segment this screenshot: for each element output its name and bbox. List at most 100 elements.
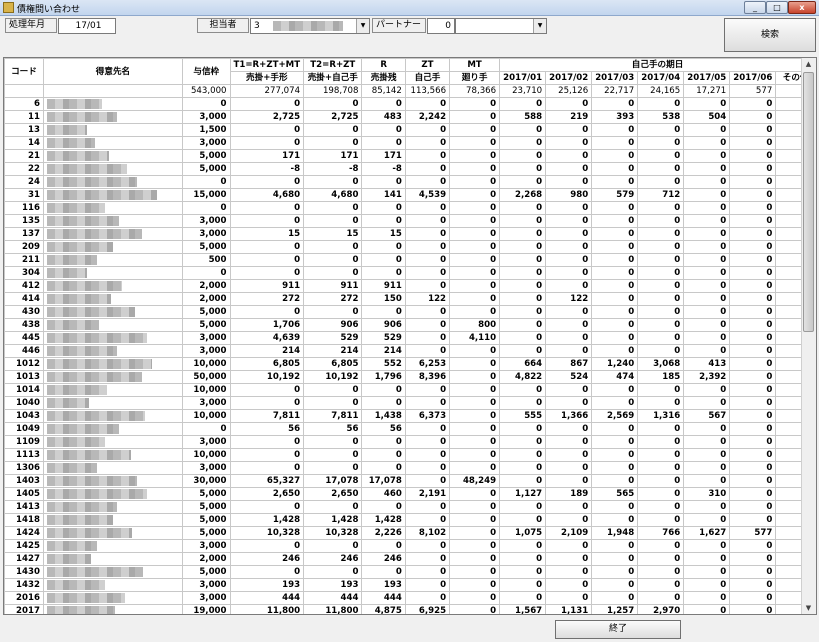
- value-cell[interactable]: 1,948: [591, 526, 639, 540]
- value-cell[interactable]: 911: [303, 279, 363, 293]
- value-cell[interactable]: -8: [229, 162, 305, 176]
- value-cell[interactable]: 0: [729, 110, 777, 124]
- table-row[interactable]: 1373,000151515000000000: [4, 227, 816, 241]
- value-cell[interactable]: 500: [182, 253, 231, 267]
- value-cell[interactable]: 3,000: [182, 331, 231, 345]
- value-cell[interactable]: 483: [361, 110, 406, 124]
- value-cell[interactable]: 0: [303, 565, 363, 579]
- table-row[interactable]: 111310,000000000000000: [4, 448, 816, 462]
- value-cell[interactable]: 4,822: [499, 370, 547, 384]
- table-row[interactable]: 215,000171171171000000000: [4, 149, 816, 163]
- value-cell[interactable]: 0: [729, 578, 777, 592]
- value-cell[interactable]: 0: [499, 422, 547, 436]
- code-cell[interactable]: 209: [4, 240, 44, 254]
- value-cell[interactable]: 193: [229, 578, 305, 592]
- value-cell[interactable]: 0: [591, 240, 639, 254]
- value-cell[interactable]: 0: [637, 201, 685, 215]
- code-cell[interactable]: 2016: [4, 591, 44, 605]
- customer-name-cell[interactable]: [42, 292, 184, 306]
- value-cell[interactable]: 0: [404, 162, 451, 176]
- value-cell[interactable]: 0: [229, 500, 305, 514]
- value-cell[interactable]: 0: [637, 448, 685, 462]
- value-cell[interactable]: 0: [683, 123, 731, 137]
- customer-name-cell[interactable]: [42, 149, 184, 163]
- value-cell[interactable]: 0: [499, 292, 547, 306]
- table-row[interactable]: 14305,000000000000000: [4, 565, 816, 579]
- value-cell[interactable]: 0: [229, 136, 305, 150]
- value-cell[interactable]: 0: [229, 383, 305, 397]
- value-cell[interactable]: 0: [729, 240, 777, 254]
- value-cell[interactable]: 1,706: [229, 318, 305, 332]
- value-cell[interactable]: 0: [545, 435, 593, 449]
- value-cell[interactable]: 3,000: [182, 227, 231, 241]
- value-cell[interactable]: 0: [729, 370, 777, 384]
- value-cell[interactable]: 0: [683, 474, 731, 488]
- value-cell[interactable]: 3,000: [182, 344, 231, 358]
- code-cell[interactable]: 11: [4, 110, 44, 124]
- value-cell[interactable]: 214: [229, 344, 305, 358]
- value-cell[interactable]: 0: [449, 383, 501, 397]
- value-cell[interactable]: 0: [729, 591, 777, 605]
- value-cell[interactable]: 6,925: [404, 604, 451, 614]
- value-cell[interactable]: 0: [591, 162, 639, 176]
- value-cell[interactable]: 0: [729, 188, 777, 202]
- value-cell[interactable]: 0: [729, 97, 777, 111]
- code-cell[interactable]: 2017: [4, 604, 44, 614]
- value-cell[interactable]: 567: [683, 409, 731, 423]
- value-cell[interactable]: 0: [449, 344, 501, 358]
- table-row[interactable]: 143,000000000000000: [4, 136, 816, 150]
- value-cell[interactable]: 0: [404, 318, 451, 332]
- value-cell[interactable]: 0: [361, 253, 406, 267]
- value-cell[interactable]: 189: [545, 487, 593, 501]
- value-cell[interactable]: 1,428: [229, 513, 305, 527]
- customer-name-cell[interactable]: [42, 539, 184, 553]
- value-cell[interactable]: 0: [449, 435, 501, 449]
- value-cell[interactable]: 0: [499, 175, 547, 189]
- value-cell[interactable]: 5,000: [182, 240, 231, 254]
- value-cell[interactable]: 0: [591, 539, 639, 553]
- value-cell[interactable]: 0: [229, 97, 305, 111]
- partner-code-input[interactable]: 0: [427, 18, 455, 34]
- value-cell[interactable]: 0: [449, 240, 501, 254]
- value-cell[interactable]: 1,127: [499, 487, 547, 501]
- value-cell[interactable]: 0: [683, 136, 731, 150]
- value-cell[interactable]: 0: [449, 149, 501, 163]
- value-cell[interactable]: 577: [729, 526, 777, 540]
- value-cell[interactable]: 0: [729, 396, 777, 410]
- value-cell[interactable]: 0: [229, 396, 305, 410]
- value-cell[interactable]: 0: [499, 578, 547, 592]
- table-row[interactable]: 225,000-8-8-8000000000: [4, 162, 816, 176]
- value-cell[interactable]: 0: [361, 136, 406, 150]
- value-cell[interactable]: 0: [729, 565, 777, 579]
- value-cell[interactable]: 2,000: [182, 292, 231, 306]
- partner-select[interactable]: ▼: [455, 18, 547, 34]
- value-cell[interactable]: 0: [637, 292, 685, 306]
- value-cell[interactable]: 0: [449, 136, 501, 150]
- value-cell[interactable]: 0: [637, 487, 685, 501]
- value-cell[interactable]: 0: [404, 461, 451, 475]
- table-row[interactable]: 2095,000000000000000: [4, 240, 816, 254]
- value-cell[interactable]: 185: [637, 370, 685, 384]
- value-cell[interactable]: 867: [545, 357, 593, 371]
- code-cell[interactable]: 135: [4, 214, 44, 228]
- table-row[interactable]: 10403,000000000000000: [4, 396, 816, 410]
- customer-name-cell[interactable]: [42, 461, 184, 475]
- value-cell[interactable]: 0: [229, 565, 305, 579]
- value-cell[interactable]: 0: [591, 591, 639, 605]
- value-cell[interactable]: 19,000: [182, 604, 231, 614]
- value-cell[interactable]: 0: [449, 422, 501, 436]
- table-row[interactable]: 2017 19,000 11,800 11,800 4,875 6,925 0 1,567 1,…: [4, 604, 816, 614]
- customer-name-cell[interactable]: [42, 370, 184, 384]
- value-cell[interactable]: 911: [361, 279, 406, 293]
- code-cell[interactable]: 445: [4, 331, 44, 345]
- value-cell[interactable]: 0: [729, 162, 777, 176]
- customer-name-cell[interactable]: [42, 591, 184, 605]
- value-cell[interactable]: 0: [449, 591, 501, 605]
- value-cell[interactable]: 272: [229, 292, 305, 306]
- value-cell[interactable]: 538: [637, 110, 685, 124]
- value-cell[interactable]: 0: [404, 396, 451, 410]
- value-cell[interactable]: 0: [637, 591, 685, 605]
- customer-name-cell[interactable]: [42, 578, 184, 592]
- value-cell[interactable]: 0: [637, 578, 685, 592]
- value-cell[interactable]: 0: [499, 266, 547, 280]
